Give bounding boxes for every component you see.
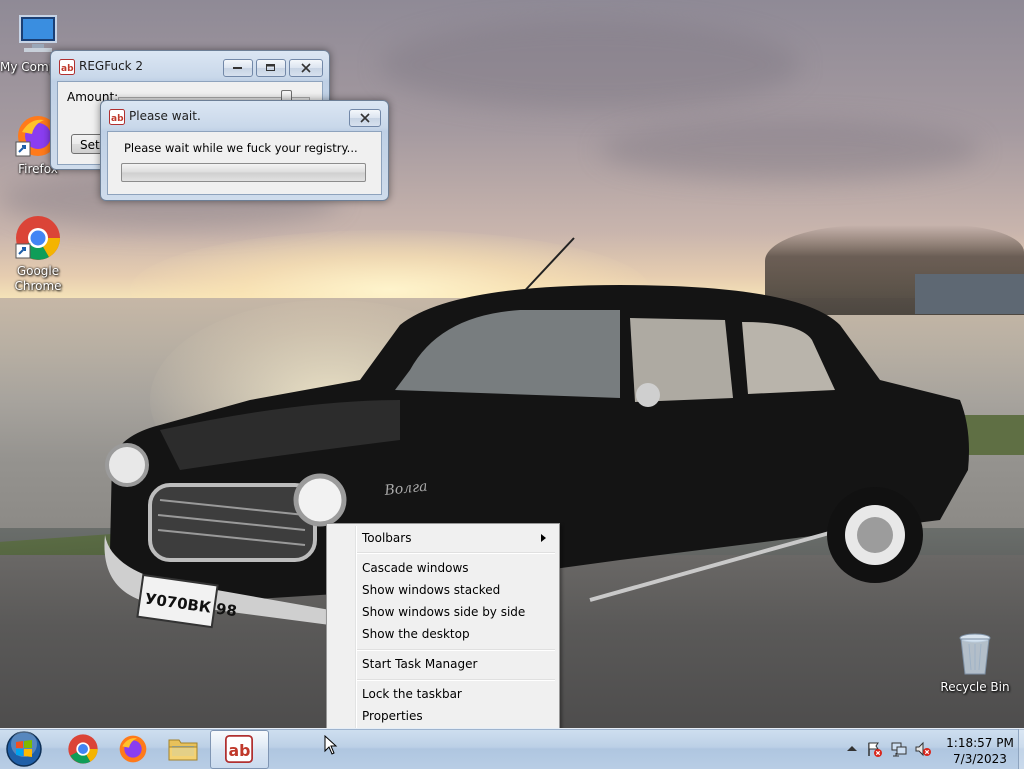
menu-item-cascade-windows[interactable]: Cascade windows [329, 557, 557, 579]
svg-text:ab: ab [61, 64, 74, 74]
menu-item-label: Show the desktop [362, 627, 470, 641]
mouse-cursor-icon [324, 735, 338, 755]
close-button[interactable] [349, 109, 381, 127]
svg-text:ab: ab [229, 741, 251, 760]
folder-icon [168, 739, 198, 761]
taskbar-button-chrome[interactable] [56, 730, 110, 767]
submenu-arrow-icon [541, 534, 546, 542]
regfuck-app-icon: ab [109, 109, 125, 125]
menu-item-start-task-manager[interactable]: Start Task Manager [329, 653, 557, 675]
dialog-title: Please wait. [129, 109, 201, 123]
network-icon[interactable] [891, 741, 907, 757]
chrome-icon [14, 214, 62, 262]
recycle-bin-icon [951, 630, 999, 678]
svg-text:ab: ab [111, 114, 124, 124]
dialog-client-area: Please wait while we fuck your registry.… [107, 131, 382, 195]
menu-separator [357, 552, 555, 554]
volume-muted-icon[interactable] [915, 741, 931, 757]
menu-item-label: Show windows stacked [362, 583, 501, 597]
show-hidden-icons-chevron-icon[interactable] [844, 741, 860, 757]
menu-item-label: Cascade windows [362, 561, 469, 575]
menu-item-label: Toolbars [362, 531, 412, 545]
taskbar-button-explorer[interactable] [156, 730, 210, 767]
action-center-flag-icon[interactable] [866, 741, 882, 757]
regfuck-app-icon: ab [225, 735, 253, 763]
chrome-icon [68, 734, 98, 764]
please-wait-dialog[interactable]: ab Please wait. Please wait while we fuc… [100, 100, 389, 201]
menu-item-toolbars[interactable]: Toolbars [329, 527, 557, 549]
start-orb-icon [6, 731, 42, 767]
desktop-icon-label: Google Chrome [14, 264, 62, 293]
menu-item-show-the-desktop[interactable]: Show the desktop [329, 623, 557, 645]
clock-time: 1:18:57 PM [946, 736, 1014, 750]
minimize-icon [233, 67, 242, 69]
menu-item-label: Lock the taskbar [362, 687, 462, 701]
menu-item-properties[interactable]: Properties [329, 705, 557, 727]
start-button[interactable] [4, 730, 48, 768]
firefox-icon [119, 735, 147, 763]
wait-message: Please wait while we fuck your registry.… [124, 141, 358, 155]
desktop-icon-google-chrome[interactable]: Google Chrome [0, 214, 76, 294]
menu-item-show-windows-stacked[interactable]: Show windows stacked [329, 579, 557, 601]
show-desktop-button[interactable] [1018, 729, 1024, 769]
maximize-icon [266, 64, 275, 71]
maximize-button[interactable] [256, 59, 286, 77]
progress-bar [121, 163, 366, 182]
minimize-button[interactable] [223, 59, 253, 77]
regfuck-app-icon: ab [59, 59, 75, 75]
menu-item-label: Properties [362, 709, 423, 723]
taskbar[interactable]: ab 1:18:57 PM 7/3/2023 [0, 728, 1024, 769]
wallpaper-cloud [380, 20, 800, 110]
close-icon [360, 113, 370, 123]
menu-separator [357, 649, 555, 651]
menu-item-lock-the-taskbar[interactable]: Lock the taskbar [329, 683, 557, 705]
menu-item-label: Show windows side by side [362, 605, 526, 619]
window-title: REGFuck 2 [79, 59, 144, 73]
menu-item-show-windows-side-by-side[interactable]: Show windows side by side [329, 601, 557, 623]
desktop-icon-label: Recycle Bin [940, 680, 1010, 694]
taskbar-button-regfuck[interactable]: ab [210, 730, 269, 769]
desktop-icon-recycle-bin[interactable]: Recycle Bin [937, 630, 1013, 695]
close-icon [301, 63, 311, 73]
taskbar-clock[interactable]: 1:18:57 PM 7/3/2023 [944, 735, 1016, 767]
wallpaper-cloud [600, 120, 980, 180]
menu-separator [357, 679, 555, 681]
clock-date: 7/3/2023 [953, 752, 1007, 766]
close-button[interactable] [289, 59, 323, 77]
taskbar-context-menu: Toolbars Cascade windows Show windows st… [326, 523, 560, 731]
taskbar-button-firefox[interactable] [106, 730, 160, 767]
menu-item-label: Start Task Manager [362, 657, 478, 671]
